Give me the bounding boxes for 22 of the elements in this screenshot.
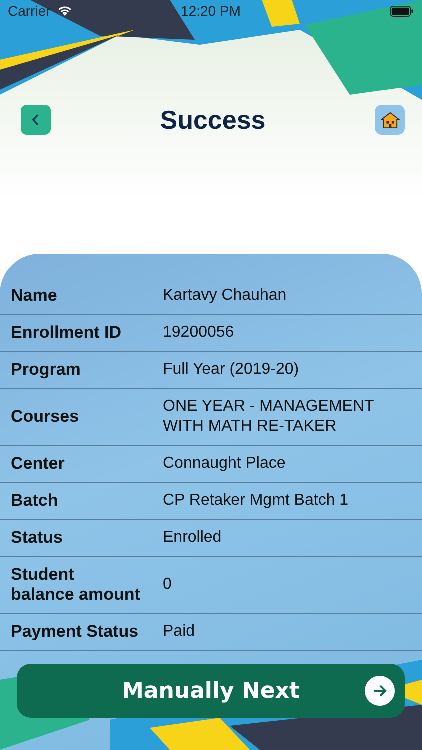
field-label: Courses xyxy=(11,407,80,427)
field-value: Enrolled xyxy=(163,528,223,548)
field-value: Connaught Place xyxy=(163,454,287,474)
field-value: Full Year (2019-20) xyxy=(163,360,300,380)
carrier-name: Carrier xyxy=(8,3,51,19)
field-label: Student balance amount xyxy=(11,565,142,605)
field-label: Enrollment ID xyxy=(11,323,123,343)
field-value: Paid xyxy=(163,622,196,642)
field-label: Status xyxy=(11,528,64,548)
field-value: ONE YEAR - MANAGEMENT WITH MATH RE-TAKER xyxy=(163,397,375,437)
field-label: Center xyxy=(11,454,66,474)
field-label: Batch xyxy=(11,491,60,511)
manually-next-button[interactable]: Manually Next xyxy=(17,664,405,718)
field-value: Kartavy Chauhan xyxy=(163,286,288,306)
field-value: 0 xyxy=(163,575,173,595)
field-label: Payment Status xyxy=(11,622,140,642)
field-value: 19200056 xyxy=(163,323,236,343)
field-label: Program xyxy=(11,360,82,380)
clock-time: 12:20 PM xyxy=(180,3,242,19)
field-label: Name xyxy=(11,286,58,306)
page-title: Success xyxy=(160,104,266,136)
field-value: CP Retaker Mgmt Batch 1 xyxy=(163,491,350,511)
